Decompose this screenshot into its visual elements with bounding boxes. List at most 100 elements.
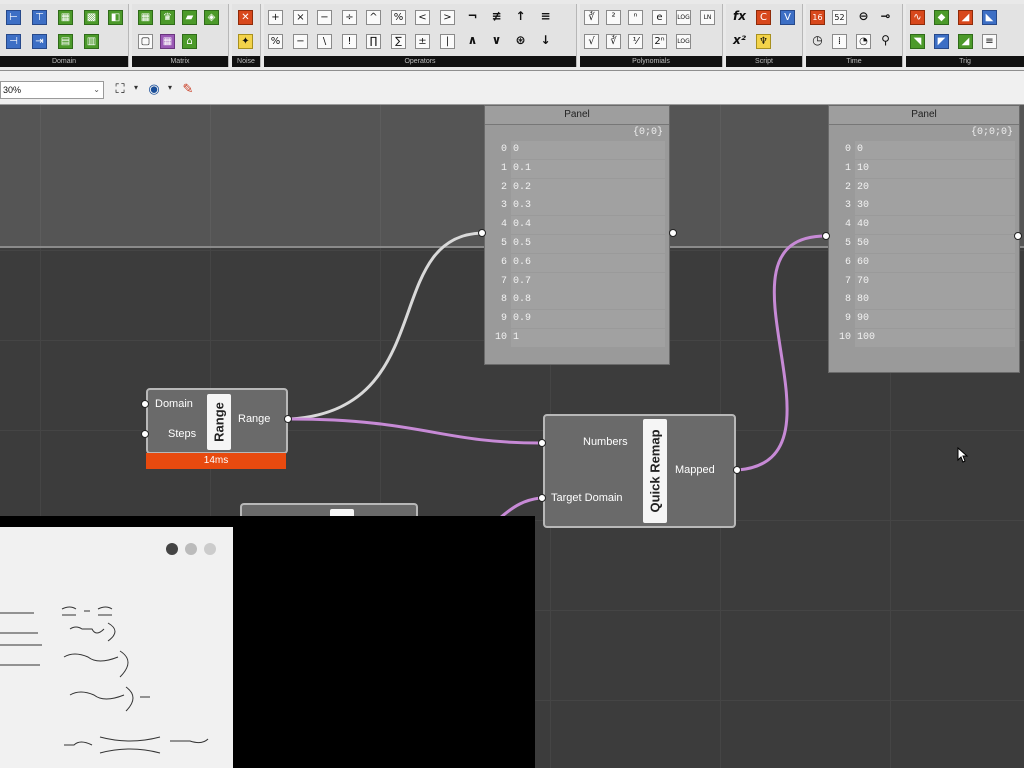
item-index: 0 bbox=[844, 144, 851, 155]
wire-range-to-remap[interactable] bbox=[289, 417, 541, 445]
item-value: 60 bbox=[855, 253, 1015, 272]
item-value: 0.5 bbox=[511, 234, 665, 253]
item-value: 80 bbox=[855, 291, 1015, 310]
input-numbers-label: Numbers bbox=[583, 436, 628, 448]
range-component[interactable]: Domain Steps Range Range bbox=[146, 388, 288, 454]
panel-remap-output[interactable]: Panel {0;0;0} 00 1 10 2 20 3 30 4 40 5 50 6 60… bbox=[828, 105, 1020, 373]
item-value: 0.1 bbox=[511, 159, 665, 178]
list-item: 3 30 bbox=[829, 197, 1019, 216]
item-value: 70 bbox=[855, 272, 1015, 291]
item-index: 7 bbox=[500, 275, 507, 287]
item-index: 3 bbox=[844, 200, 851, 212]
list-item: 8 0.8 bbox=[485, 291, 669, 310]
input-target-domain-label: Target Domain bbox=[551, 492, 623, 504]
profiler-badge: 14ms bbox=[146, 453, 286, 469]
list-item: 9 0.9 bbox=[485, 310, 669, 329]
whiteboard-sketch bbox=[0, 543, 216, 754]
list-item: 1 0.1 bbox=[485, 159, 669, 179]
item-index: 6 bbox=[500, 256, 507, 268]
output-grip[interactable] bbox=[733, 466, 741, 474]
quick-remap-component[interactable]: Numbers Target Domain Quick Remap Mapped bbox=[543, 414, 736, 528]
item-value: 0 bbox=[511, 141, 665, 159]
panel-input-grip[interactable] bbox=[822, 232, 830, 240]
item-value: 20 bbox=[855, 178, 1015, 197]
list-item: 9 90 bbox=[829, 310, 1019, 329]
item-value: 100 bbox=[855, 328, 1015, 347]
item-value: 10 bbox=[855, 159, 1015, 178]
item-index: 8 bbox=[844, 294, 851, 306]
list-item: 6 60 bbox=[829, 253, 1019, 273]
item-index: 7 bbox=[844, 275, 851, 287]
item-value: 0.6 bbox=[511, 253, 665, 272]
wire-domain-to-remap[interactable] bbox=[499, 496, 541, 520]
item-value: 0.2 bbox=[511, 178, 665, 197]
input-grip[interactable] bbox=[538, 439, 546, 447]
list-item: 10 100 bbox=[829, 328, 1019, 348]
output-mapped-label: Mapped bbox=[675, 464, 715, 476]
item-index: 8 bbox=[500, 294, 507, 306]
list-item: 00 bbox=[485, 141, 669, 160]
list-item: 10 1 bbox=[485, 328, 669, 348]
item-index: 1 bbox=[844, 162, 851, 174]
list-item: 6 0.6 bbox=[485, 253, 669, 273]
input-steps-label: Steps bbox=[168, 428, 197, 440]
panel-range-output[interactable]: Panel {0;0} 00 1 0.1 2 0.2 3 0.3 4 0.4 5 0.5 … bbox=[484, 105, 670, 365]
wire-range-to-panel[interactable] bbox=[289, 231, 483, 421]
panel-data-path: {0;0} bbox=[632, 127, 663, 138]
list-item: 00 bbox=[829, 141, 1019, 160]
panel-output-grip[interactable] bbox=[1014, 232, 1022, 240]
item-value: 1 bbox=[511, 328, 665, 347]
output-grip[interactable] bbox=[284, 415, 292, 423]
list-item: 2 20 bbox=[829, 178, 1019, 198]
list-item: 8 80 bbox=[829, 291, 1019, 310]
list-item: 5 0.5 bbox=[485, 234, 669, 254]
item-value: 0.3 bbox=[511, 197, 665, 216]
item-index: 9 bbox=[500, 313, 507, 325]
wire-remap-to-panel[interactable] bbox=[737, 234, 827, 472]
item-value: 0.4 bbox=[511, 216, 665, 235]
item-value: 0.8 bbox=[511, 291, 665, 310]
panel-data-path: {0;0;0} bbox=[970, 127, 1013, 138]
list-item: 7 70 bbox=[829, 272, 1019, 292]
input-domain-label: Domain bbox=[155, 398, 193, 410]
item-index: 9 bbox=[844, 313, 851, 325]
list-item: 5 50 bbox=[829, 234, 1019, 254]
item-value: 40 bbox=[855, 216, 1015, 235]
output-range-label: Range bbox=[238, 413, 271, 425]
mouse-cursor-icon bbox=[957, 447, 969, 463]
panel-output-grip[interactable] bbox=[669, 229, 677, 237]
list-item: 3 0.3 bbox=[485, 197, 669, 216]
input-grip[interactable] bbox=[538, 494, 546, 502]
list-item: 4 0.4 bbox=[485, 216, 669, 235]
list-item: 1 10 bbox=[829, 159, 1019, 179]
list-item: 7 0.7 bbox=[485, 272, 669, 292]
item-index: 5 bbox=[500, 237, 507, 249]
list-item: 2 0.2 bbox=[485, 178, 669, 198]
webcam-whiteboard bbox=[0, 527, 233, 768]
panel-input-grip[interactable] bbox=[478, 229, 486, 237]
component-nickname: Range bbox=[207, 394, 231, 450]
panel-title: Panel bbox=[485, 106, 669, 125]
component-nickname: Quick Remap bbox=[643, 419, 667, 523]
item-value: 0.9 bbox=[511, 310, 665, 329]
item-index: 1 bbox=[500, 162, 507, 174]
input-grip[interactable] bbox=[141, 400, 149, 408]
item-index: 2 bbox=[844, 181, 851, 193]
list-item: 4 40 bbox=[829, 216, 1019, 235]
item-value: 90 bbox=[855, 310, 1015, 329]
item-index: 10 bbox=[838, 331, 851, 343]
item-index: 6 bbox=[844, 256, 851, 268]
item-value: 50 bbox=[855, 234, 1015, 253]
item-index: 0 bbox=[500, 144, 507, 155]
input-grip[interactable] bbox=[141, 430, 149, 438]
panel-title: Panel bbox=[829, 106, 1019, 125]
item-index: 3 bbox=[500, 200, 507, 212]
item-value: 30 bbox=[855, 197, 1015, 216]
item-index: 5 bbox=[844, 237, 851, 249]
item-index: 4 bbox=[844, 219, 851, 231]
item-index: 2 bbox=[500, 181, 507, 193]
item-value: 0.7 bbox=[511, 272, 665, 291]
item-index: 4 bbox=[500, 219, 507, 231]
item-value: 0 bbox=[855, 141, 1015, 159]
item-index: 10 bbox=[494, 331, 507, 343]
